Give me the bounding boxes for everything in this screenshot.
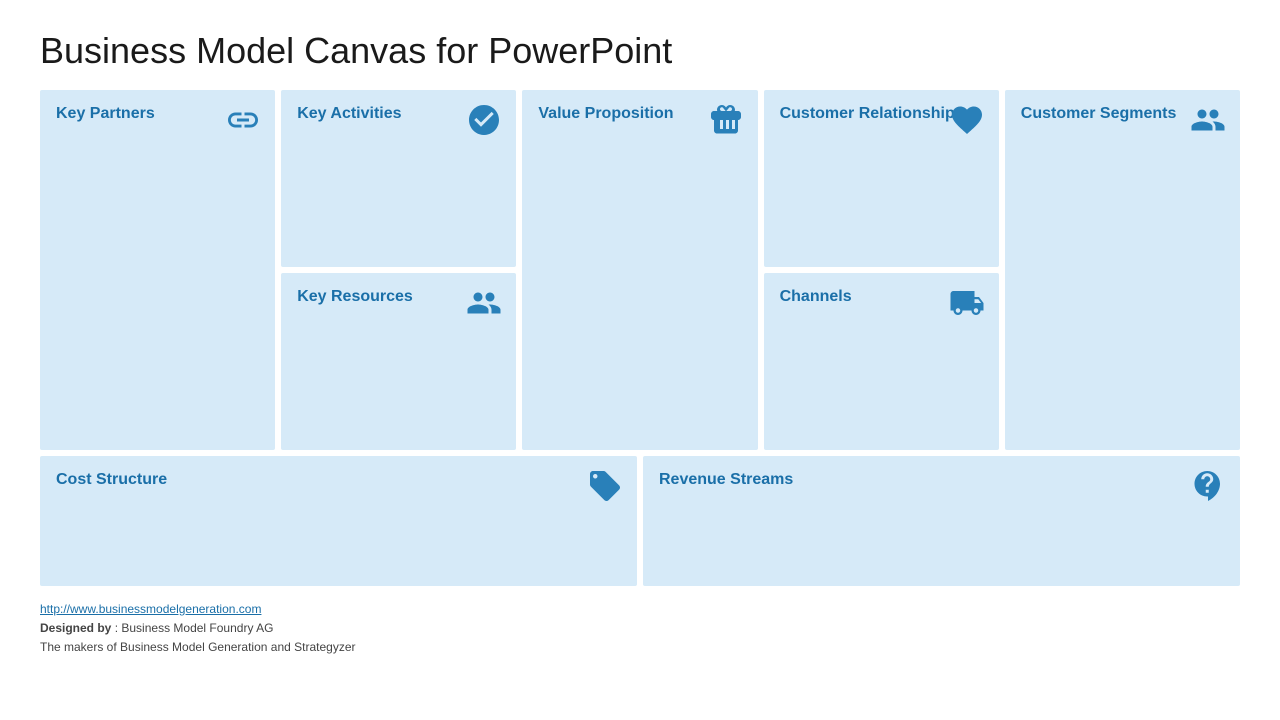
key-partners-title: Key Partners bbox=[56, 105, 155, 122]
group-icon bbox=[1190, 102, 1226, 143]
channels-cell: Channels bbox=[764, 273, 999, 450]
tag-icon bbox=[587, 468, 623, 509]
footer-url[interactable]: http://www.businessmodelgeneration.com bbox=[40, 602, 261, 616]
main-grid: Key Partners Key Activities Key Resource… bbox=[40, 90, 1240, 450]
key-activities-title: Key Activities bbox=[297, 105, 401, 122]
revenue-streams-title: Revenue Streams bbox=[659, 471, 793, 488]
footer-designed-by-label: Designed by bbox=[40, 621, 111, 635]
cost-structure-title: Cost Structure bbox=[56, 471, 167, 488]
money-icon bbox=[1190, 468, 1226, 509]
footer: http://www.businessmodelgeneration.com D… bbox=[40, 600, 1240, 658]
customer-relationships-title: Customer Relationships bbox=[780, 105, 964, 122]
channels-title: Channels bbox=[780, 288, 852, 305]
check-icon bbox=[466, 102, 502, 143]
page-title: Business Model Canvas for PowerPoint bbox=[40, 30, 1240, 72]
revenue-streams-cell: Revenue Streams bbox=[643, 456, 1240, 586]
customer-segments-cell: Customer Segments bbox=[1005, 90, 1240, 450]
customer-segments-title: Customer Segments bbox=[1021, 105, 1177, 122]
value-proposition-cell: Value Proposition bbox=[522, 90, 757, 450]
resources-icon bbox=[466, 285, 502, 326]
link-icon bbox=[225, 102, 261, 143]
footer-company: Business Model Foundry AG bbox=[121, 621, 273, 635]
gift-icon bbox=[708, 102, 744, 143]
value-proposition-title: Value Proposition bbox=[538, 105, 673, 122]
cr-channels-stack: Customer Relationships Channels bbox=[764, 90, 999, 450]
key-partners-cell: Key Partners bbox=[40, 90, 275, 450]
heart-icon bbox=[949, 102, 985, 143]
footer-tagline: The makers of Business Model Generation … bbox=[40, 638, 1240, 657]
key-activities-cell: Key Activities bbox=[281, 90, 516, 267]
bottom-grid: Cost Structure Revenue Streams bbox=[40, 456, 1240, 586]
key-resources-cell: Key Resources bbox=[281, 273, 516, 450]
truck-icon bbox=[949, 285, 985, 326]
cost-structure-cell: Cost Structure bbox=[40, 456, 637, 586]
activities-resources-stack: Key Activities Key Resources bbox=[281, 90, 516, 450]
key-resources-title: Key Resources bbox=[297, 288, 413, 305]
canvas-wrapper: Key Partners Key Activities Key Resource… bbox=[40, 90, 1240, 586]
customer-relationships-cell: Customer Relationships bbox=[764, 90, 999, 267]
